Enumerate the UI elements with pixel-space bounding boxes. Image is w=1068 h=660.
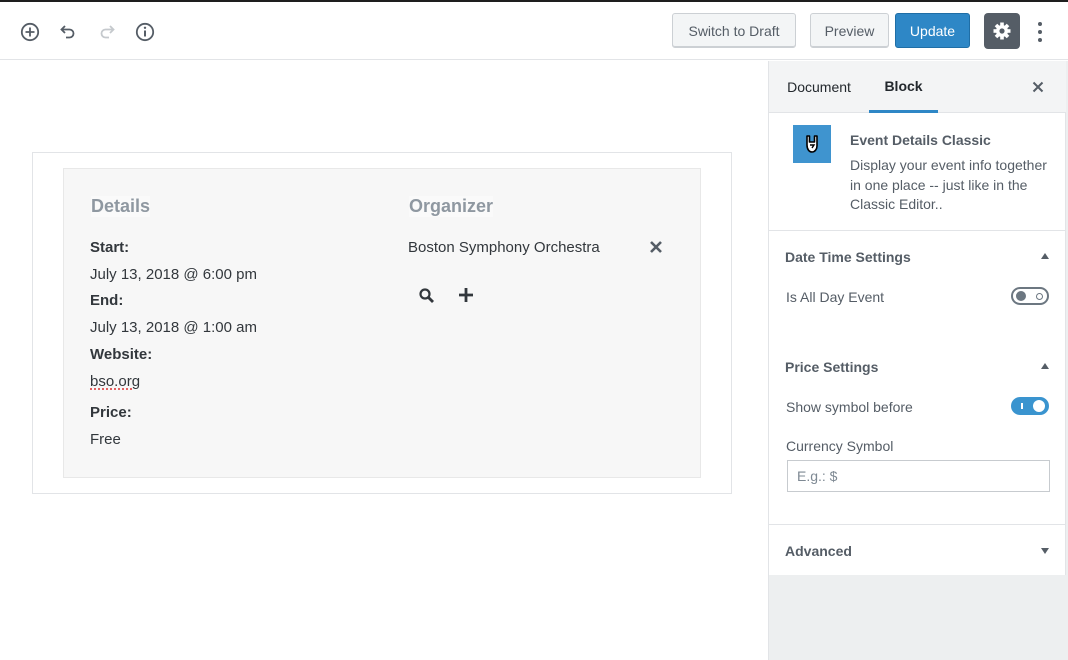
undo-icon[interactable] (56, 20, 80, 44)
update-button[interactable]: Update (895, 13, 970, 48)
search-organizer-button[interactable] (418, 287, 436, 305)
block-name: Event Details Classic (850, 132, 991, 148)
price-value[interactable]: Free (90, 431, 121, 448)
gear-icon (993, 22, 1011, 40)
search-icon (419, 288, 434, 303)
start-value[interactable]: July 13, 2018 @ 6:00 pm (90, 266, 257, 283)
show-symbol-before-toggle[interactable] (1011, 397, 1049, 415)
website-value[interactable]: bso.org (90, 373, 140, 390)
close-sidebar-button[interactable] (1029, 78, 1047, 96)
switch-to-draft-button[interactable]: Switch to Draft (672, 13, 796, 48)
caret-down-icon[interactable] (1041, 548, 1049, 554)
settings-sidebar: Document Block Event Details Classic Dis… (768, 61, 1068, 660)
advanced-toggle[interactable]: Advanced (785, 543, 852, 559)
plus-icon (459, 288, 473, 302)
end-label: End: (90, 292, 124, 309)
block-card: Event Details Classic Display your event… (769, 113, 1066, 231)
add-organizer-button[interactable] (457, 286, 475, 304)
date-time-settings-toggle[interactable]: Date Time Settings (785, 249, 911, 265)
rock-hand-icon (793, 125, 831, 163)
close-icon (650, 241, 662, 253)
add-block-icon[interactable] (18, 20, 42, 44)
editor-header: Switch to Draft Preview Update (0, 2, 1068, 60)
end-value[interactable]: July 13, 2018 @ 1:00 am (90, 319, 257, 336)
remove-organizer-button[interactable] (648, 239, 664, 255)
show-symbol-before-label: Show symbol before (786, 399, 913, 415)
close-icon (1032, 81, 1044, 93)
settings-button[interactable] (984, 13, 1020, 49)
more-vertical-icon (1038, 22, 1042, 26)
price-settings-toggle[interactable]: Price Settings (785, 359, 878, 375)
all-day-toggle[interactable] (1011, 287, 1049, 305)
tab-document[interactable]: Document (777, 61, 861, 113)
block-description: Display your event info together in one … (850, 157, 1047, 212)
event-details-block[interactable]: Details Start: July 13, 2018 @ 6:00 pm E… (32, 152, 732, 494)
event-details-content: Details Start: July 13, 2018 @ 6:00 pm E… (63, 168, 701, 478)
sidebar-panel: Document Block Event Details Classic Dis… (769, 61, 1066, 575)
organizer-heading: Organizer (409, 196, 494, 217)
redo-icon[interactable] (95, 20, 119, 44)
currency-symbol-label: Currency Symbol (786, 438, 894, 454)
details-heading: Details (91, 196, 151, 217)
panel-divider (769, 524, 1066, 525)
start-label: Start: (90, 239, 130, 256)
editor-canvas: Details Start: July 13, 2018 @ 6:00 pm E… (0, 61, 768, 660)
all-day-label: Is All Day Event (786, 289, 885, 305)
caret-up-icon[interactable] (1041, 363, 1049, 369)
preview-button[interactable]: Preview (810, 13, 889, 48)
more-menu-button[interactable] (1030, 18, 1050, 46)
sidebar-tabs: Document Block (769, 61, 1066, 113)
info-icon[interactable] (133, 20, 157, 44)
caret-up-icon[interactable] (1041, 253, 1049, 259)
currency-symbol-input[interactable] (787, 460, 1050, 492)
price-label: Price: (90, 404, 132, 421)
tab-block[interactable]: Block (869, 61, 938, 113)
website-label: Website: (90, 346, 153, 363)
organizer-name[interactable]: Boston Symphony Orchestra (408, 239, 600, 256)
